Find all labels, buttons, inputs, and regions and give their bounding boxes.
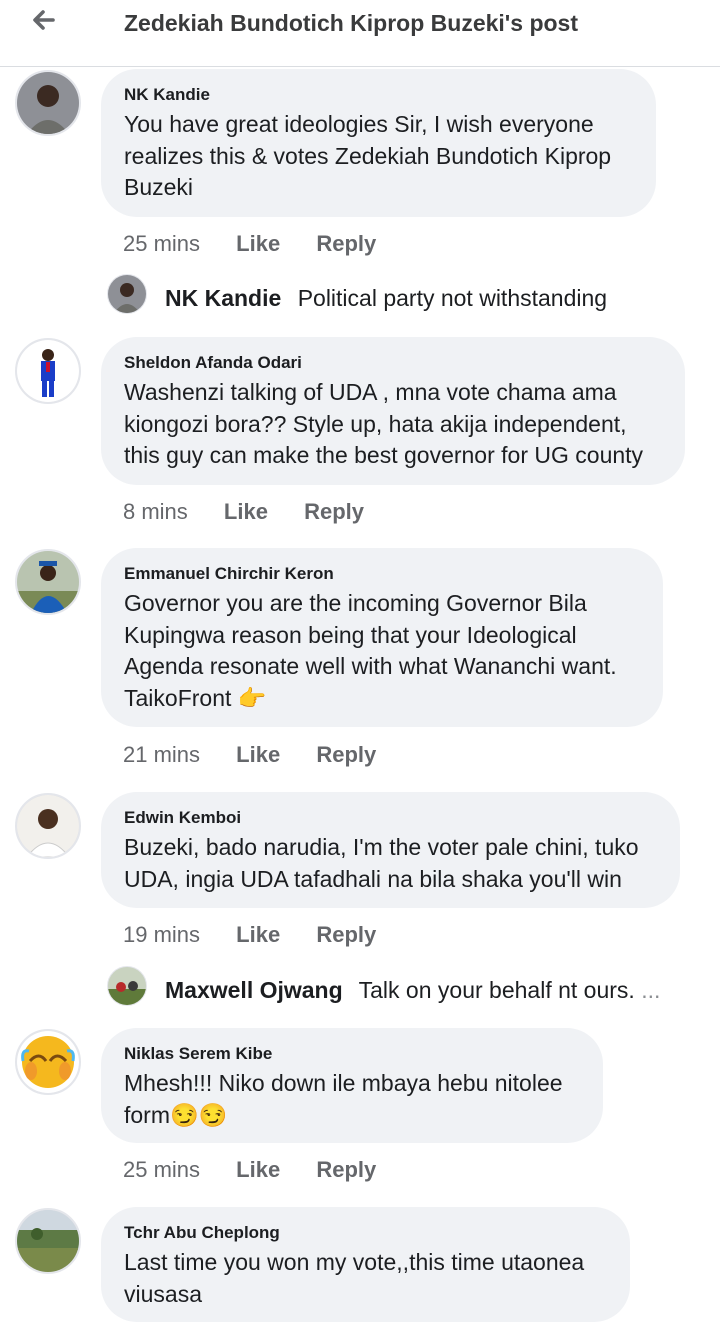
like-button[interactable]: Like [236, 231, 280, 256]
avatar[interactable] [15, 70, 81, 136]
like-button[interactable]: Like [224, 499, 268, 524]
comment-bubble: Edwin Kemboi Buzeki, bado narudia, I'm t… [101, 792, 680, 908]
avatar[interactable] [15, 338, 81, 404]
reply-text: Political party not withstanding [297, 285, 608, 311]
avatar[interactable] [107, 274, 147, 314]
arrow-left-icon [33, 10, 55, 30]
comment-text: Last time you won my vote,,this time uta… [124, 1249, 585, 1307]
reply-button[interactable]: Reply [316, 922, 376, 947]
reply-author[interactable]: NK Kandie [165, 285, 281, 311]
comment-time: 21 mins [123, 742, 201, 767]
comment-author[interactable]: Edwin Kemboi [124, 808, 658, 828]
page-title: Zedekiah Bundotich Kiprop Buzeki's post [124, 10, 579, 36]
comment-time: 19 mins [123, 922, 201, 947]
like-button[interactable]: Like [236, 1157, 280, 1182]
reply-row: NK Kandie Political party not withstandi… [165, 285, 607, 312]
reply-button[interactable]: Reply [304, 499, 364, 524]
comment-time: 25 mins [123, 231, 201, 256]
see-more-button[interactable]: ... [641, 977, 660, 1003]
comment-author[interactable]: Sheldon Afanda Odari [124, 353, 663, 373]
reply-author[interactable]: Maxwell Ojwang [165, 977, 343, 1003]
reply-button[interactable]: Reply [316, 1157, 376, 1182]
reply-row: Maxwell Ojwang Talk on your behalf nt ou… [165, 977, 660, 1004]
reply-text: Talk on your behalf nt ours. [358, 977, 635, 1003]
comment-author[interactable]: NK Kandie [124, 85, 634, 105]
comment-bubble: Sheldon Afanda Odari Washenzi talking of… [101, 337, 685, 485]
avatar[interactable] [15, 1029, 81, 1095]
comment-time: 25 mins [123, 1157, 201, 1182]
comment-meta: 19 mins Like Reply [123, 922, 376, 948]
avatar[interactable] [15, 549, 81, 615]
comment-text: Mhesh!!! Niko down ile mbaya hebu nitole… [124, 1070, 563, 1128]
reply-button[interactable]: Reply [316, 231, 376, 256]
comment-text: Buzeki, bado narudia, I'm the voter pale… [124, 834, 639, 892]
reply-button[interactable]: Reply [316, 742, 376, 767]
comment-author[interactable]: Emmanuel Chirchir Keron [124, 564, 641, 584]
comment-bubble: Emmanuel Chirchir Keron Governor you are… [101, 548, 663, 727]
comment-meta: 21 mins Like Reply [123, 742, 376, 768]
avatar[interactable] [15, 1208, 81, 1274]
comment-time: 8 mins [123, 499, 188, 524]
back-button[interactable] [28, 6, 58, 36]
like-button[interactable]: Like [236, 922, 280, 947]
comment-text: Washenzi talking of UDA , mna vote chama… [124, 379, 644, 468]
comment-bubble: NK Kandie You have great ideologies Sir,… [101, 69, 656, 217]
comment-text: Governor you are the incoming Governor B… [124, 590, 617, 711]
comment-meta: 8 mins Like Reply [123, 499, 364, 525]
comment-meta: 25 mins Like Reply [123, 1157, 376, 1183]
comment-meta: 25 mins Like Reply [123, 231, 376, 257]
like-button[interactable]: Like [236, 742, 280, 767]
comment-text: You have great ideologies Sir, I wish ev… [124, 111, 612, 200]
comment-author[interactable]: Tchr Abu Cheplong [124, 1223, 608, 1243]
comment-bubble: Tchr Abu Cheplong Last time you won my v… [101, 1207, 630, 1322]
comment-bubble: Niklas Serem Kibe Mhesh!!! Niko down ile… [101, 1028, 603, 1143]
post-header: Zedekiah Bundotich Kiprop Buzeki's post [0, 0, 720, 67]
comment-author[interactable]: Niklas Serem Kibe [124, 1044, 581, 1064]
avatar[interactable] [107, 966, 147, 1006]
avatar[interactable] [15, 793, 81, 859]
